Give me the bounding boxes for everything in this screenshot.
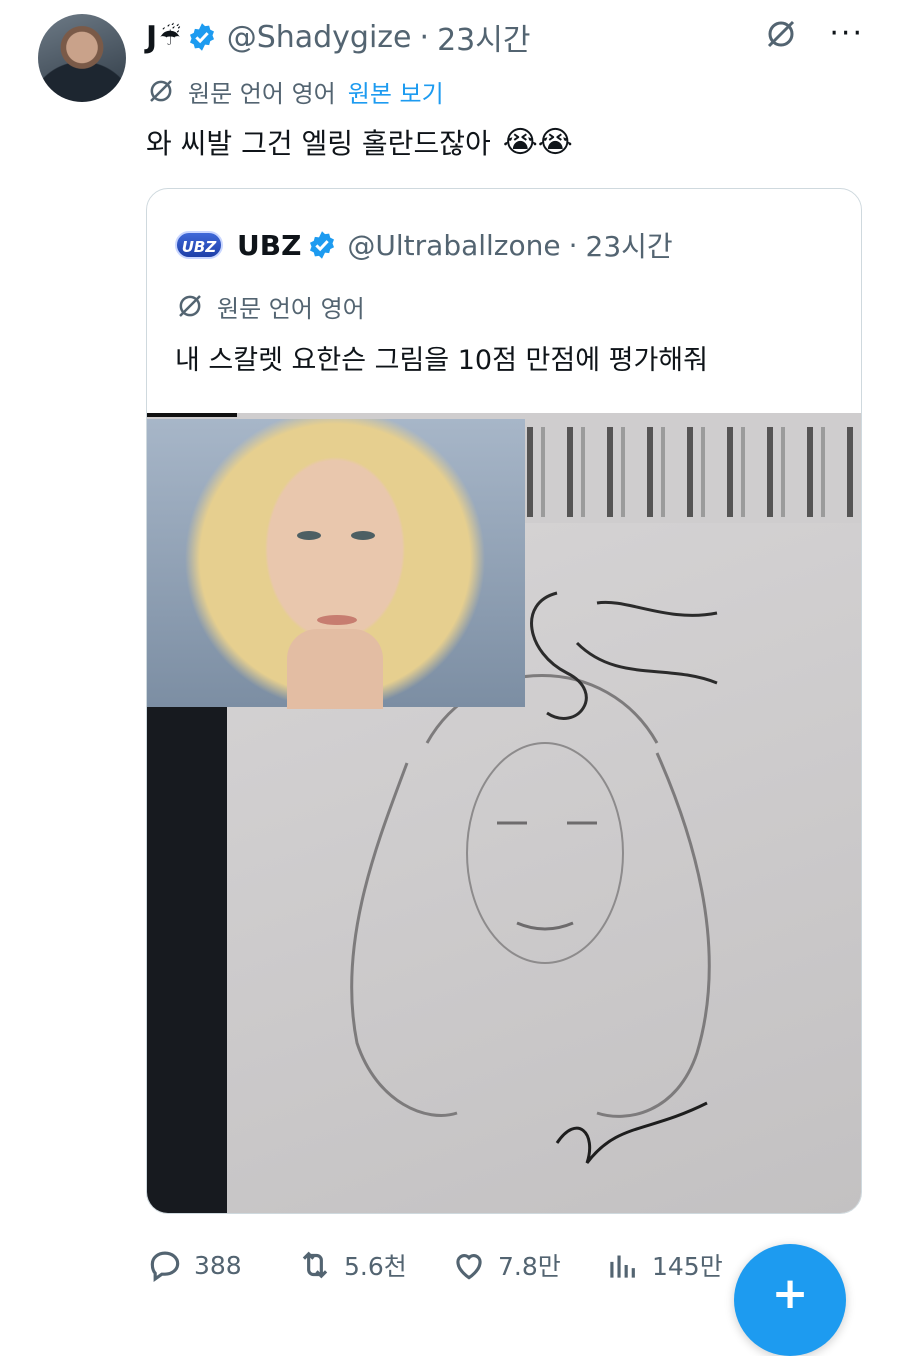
heart-icon (456, 1254, 482, 1280)
umbrella-emoji: ☔ (159, 23, 181, 51)
dark-background-edge (147, 703, 227, 1213)
photo-eye-right (351, 531, 375, 540)
views-icon (610, 1255, 635, 1278)
quoted-timestamp: 23시간 (585, 230, 673, 263)
crying-emoji: 😭😭 (502, 124, 573, 160)
like-button[interactable]: 7.8만 (450, 1246, 604, 1284)
retweet-icon (302, 1251, 328, 1279)
translate-icon (179, 295, 201, 317)
tweet-header: J ☔ @Shadygize · 23시간 (146, 14, 530, 60)
quoted-tweet-header: UBZ UBZ @Ultraballzone · 23시간 (175, 225, 673, 265)
media-image[interactable] (147, 413, 861, 1213)
quoted-display-name: UBZ (237, 228, 302, 262)
more-options-icon[interactable]: ··· (829, 19, 864, 49)
separator-dot: · (568, 228, 578, 262)
quoted-translation-label: 원문 언어 영어 (217, 294, 365, 323)
reply-button[interactable]: 388 (146, 1246, 296, 1284)
translation-notice: 원문 언어 영어 원본 보기 (146, 72, 444, 110)
tweet-body: 와 씨발 그건 엘링 홀란드잖아 (146, 127, 491, 160)
timestamp[interactable]: 23시간 (437, 15, 530, 59)
views-count: 145만 (652, 1252, 723, 1281)
photo-eye-left (297, 531, 321, 540)
photo-neck (287, 629, 383, 709)
display-name[interactable]: J (146, 20, 157, 55)
reference-photo (147, 419, 525, 709)
quoted-translation-notice: 원문 언어 영어 (175, 287, 365, 325)
tweet-text: 와 씨발 그건 엘링 홀란드잖아 😭😭 (146, 120, 573, 164)
translation-label: 원문 언어 영어 (188, 79, 336, 108)
compose-plus-icon: + (771, 1268, 809, 1319)
show-original-link[interactable]: 원본 보기 (348, 74, 444, 109)
photo-mouth (317, 615, 357, 625)
ubz-logo: UBZ (175, 231, 223, 259)
handle[interactable]: @Shadygize (227, 20, 412, 55)
quoted-handle: @Ultraballzone (347, 228, 561, 262)
media-top-bar (147, 413, 237, 417)
translate-icon[interactable] (763, 16, 799, 52)
quoted-tweet-text: 내 스칼렛 요한슨 그림을 10점 만점에 평가해줘 (175, 344, 708, 376)
compose-tweet-button[interactable]: + (734, 1244, 846, 1356)
separator-dot: · (419, 19, 430, 55)
reply-icon (150, 1251, 180, 1283)
reply-count: 388 (194, 1250, 242, 1280)
retweet-count: 5.6천 (344, 1252, 407, 1281)
like-count: 7.8만 (498, 1252, 561, 1281)
quoted-tweet[interactable]: UBZ UBZ @Ultraballzone · 23시간 원문 언어 영어 내… (146, 188, 862, 1214)
translate-icon (150, 80, 172, 102)
verified-badge-icon (189, 23, 214, 51)
avatar[interactable] (38, 14, 126, 102)
retweet-button[interactable]: 5.6천 (296, 1246, 450, 1284)
top-right-controls: ··· (763, 16, 864, 52)
verified-badge-icon (310, 231, 335, 259)
sketchbook-spiral (527, 427, 861, 517)
